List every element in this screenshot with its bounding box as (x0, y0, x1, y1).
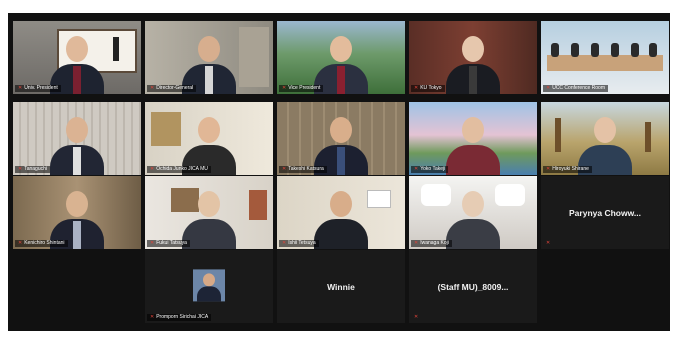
muted-mic-icon: ✕ (282, 166, 287, 172)
video-tile-off[interactable]: (Staff MU)_8009... ✕ (409, 250, 537, 323)
video-tile[interactable]: ✕ Kenichiro Shintani (13, 176, 141, 249)
muted-mic-icon: ✕ (414, 314, 419, 320)
participant-name: ✕ Yoko Takeji (411, 166, 449, 173)
muted-mic-icon: ✕ (18, 85, 23, 91)
participant-name: ✕ Ishii Tetsuya (279, 240, 319, 247)
muted-mic-icon: ✕ (282, 85, 287, 91)
muted-mic-icon: ✕ (546, 240, 551, 246)
video-tile[interactable]: ✕ Fukui Tatsuya (145, 176, 273, 249)
video-gallery: ✕ Univ. President ✕ Director-General ✕ Vice… (8, 13, 670, 331)
participant-name: ✕ UCC Conference Room (543, 85, 609, 92)
participant-name: ✕ Ochida Junko JICA MU (147, 166, 211, 173)
muted-mic-icon: ✕ (18, 240, 23, 246)
participant-name: ✕ Takeshi Katsura (279, 166, 327, 173)
video-tile-off[interactable]: Winnie (277, 250, 405, 323)
participant-name: ✕ Tanaguchi (15, 166, 50, 173)
muted-mic-icon: ✕ (150, 240, 155, 246)
video-tile[interactable]: ✕ Hiroyuki Shirane (541, 102, 669, 175)
participant-name: ✕ Vice President (279, 85, 324, 92)
video-tile[interactable]: ✕ Takeshi Katsura (277, 102, 405, 175)
muted-mic-icon: ✕ (18, 166, 23, 172)
participant-name: ✕ Iwanaga Koji (411, 240, 452, 247)
participant-display-name: Winnie (327, 281, 355, 292)
participant-name: ✕ Director-General (147, 85, 197, 92)
muted-mic-icon: ✕ (150, 314, 155, 320)
muted-mic-icon: ✕ (546, 85, 551, 91)
muted-mic-icon: ✕ (282, 240, 287, 246)
video-tile-off[interactable]: Parynya Choww... ✕ (541, 176, 669, 249)
muted-mic-icon: ✕ (546, 166, 551, 172)
participant-display-name: (Staff MU)_8009... (437, 281, 509, 292)
video-tile[interactable]: ✕ Director-General (145, 21, 273, 94)
participant-name: ✕ Hiroyuki Shirane (543, 166, 592, 173)
muted-mic-icon: ✕ (414, 85, 419, 91)
video-tile[interactable]: ✕ Ishii Tetsuya (277, 176, 405, 249)
video-tile[interactable]: ✕ Vice President (277, 21, 405, 94)
video-tile[interactable]: ✕ UCC Conference Room (541, 21, 669, 94)
participant-name: ✕ Kenichiro Shintani (15, 240, 68, 247)
participant-name: ✕ Fukui Tatsuya (147, 240, 190, 247)
participant-display-name: Parynya Choww... (569, 207, 641, 218)
participant-name: ✕ (543, 240, 555, 247)
video-tile-off[interactable]: ✕ Promporn Sirichai JICA (145, 250, 273, 323)
muted-mic-icon: ✕ (150, 166, 155, 172)
participant-avatar (193, 268, 225, 301)
muted-mic-icon: ✕ (150, 85, 155, 91)
muted-mic-icon: ✕ (414, 240, 419, 246)
participant-name: ✕ Promporn Sirichai JICA (147, 314, 212, 321)
participant-name: ✕ (411, 314, 423, 321)
video-tile[interactable]: ✕ KU Tokyo (409, 21, 537, 94)
muted-mic-icon: ✕ (414, 166, 419, 172)
participant-name: ✕ KU Tokyo (411, 85, 445, 92)
video-tile[interactable]: ✕ Iwanaga Koji (409, 176, 537, 249)
video-tile[interactable]: ✕ Ochida Junko JICA MU (145, 102, 273, 175)
video-tile[interactable]: ✕ Yoko Takeji (409, 102, 537, 175)
video-tile[interactable]: ✕ Univ. President (13, 21, 141, 94)
video-tile[interactable]: ✕ Tanaguchi (13, 102, 141, 175)
participant-name: ✕ Univ. President (15, 85, 61, 92)
